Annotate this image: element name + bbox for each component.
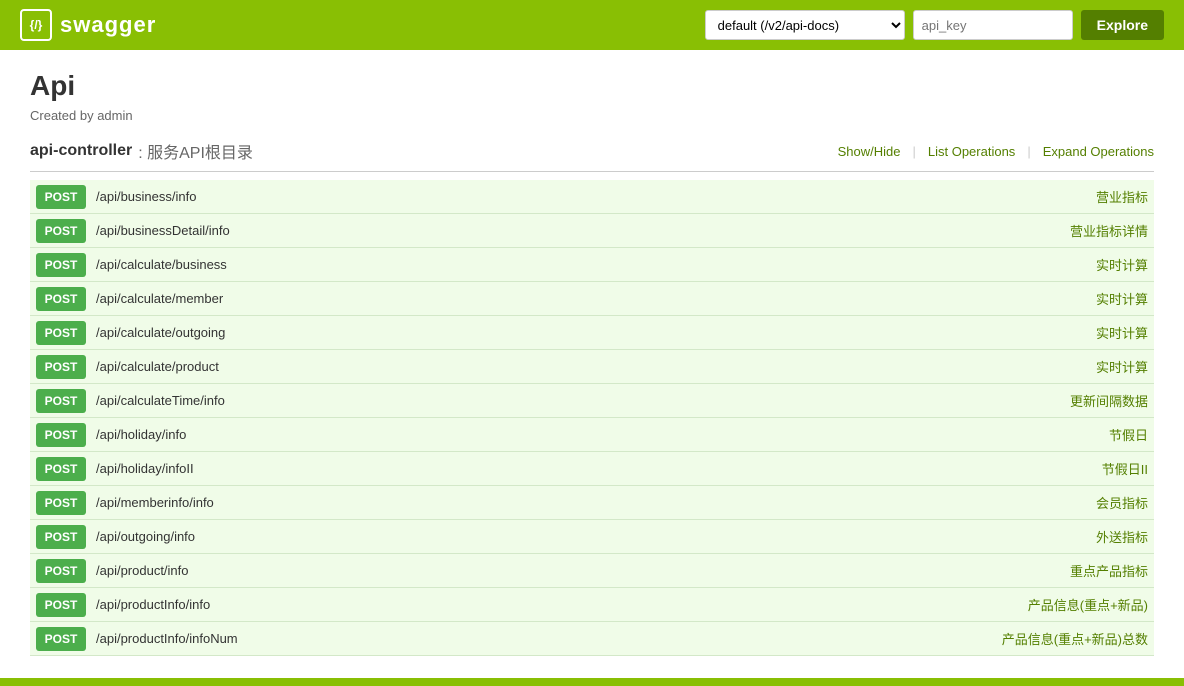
api-path: /api/holiday/infoII [96,461,1028,476]
controller-header: api-controller : 服务API根目录 Show/Hide | Li… [30,139,1154,172]
method-badge: POST [36,457,86,481]
api-path: /api/calculateTime/info [96,393,1028,408]
api-desc: 更新间隔数据 [1028,391,1148,410]
api-desc: 营业指标 [1028,187,1148,206]
list-operations-action[interactable]: List Operations [928,144,1015,159]
method-badge: POST [36,219,86,243]
api-row[interactable]: POST/api/productInfo/infoNum产品信息(重点+新品)总… [30,622,1154,656]
api-path: /api/outgoing/info [96,529,1028,544]
method-badge: POST [36,287,86,311]
api-path: /api/businessDetail/info [96,223,1028,238]
api-desc: 实时计算 [1028,357,1148,376]
method-badge: POST [36,389,86,413]
show-hide-action[interactable]: Show/Hide [838,144,901,159]
method-badge: POST [36,627,86,651]
api-row[interactable]: POST/api/calculate/member实时计算 [30,282,1154,316]
url-select[interactable]: default (/v2/api-docs) [705,10,905,40]
bottom-strip [0,678,1184,686]
controller-name: api-controller [30,142,132,160]
method-badge: POST [36,525,86,549]
api-path: /api/calculate/product [96,359,1028,374]
api-row[interactable]: POST/api/calculateTime/info更新间隔数据 [30,384,1154,418]
api-row[interactable]: POST/api/outgoing/info外送指标 [30,520,1154,554]
api-row[interactable]: POST/api/businessDetail/info营业指标详情 [30,214,1154,248]
api-list: POST/api/business/info营业指标POST/api/busin… [30,180,1154,656]
api-row[interactable]: POST/api/calculate/outgoing实时计算 [30,316,1154,350]
main-content: Api Created by admin api-controller : 服务… [0,50,1184,676]
api-desc: 节假日II [1028,459,1148,478]
api-key-input[interactable] [913,10,1073,40]
api-row[interactable]: POST/api/holiday/info节假日 [30,418,1154,452]
api-path: /api/calculate/member [96,291,1028,306]
expand-operations-action[interactable]: Expand Operations [1043,144,1154,159]
swagger-icon: {/} [20,9,52,41]
explore-button[interactable]: Explore [1081,10,1164,40]
api-row[interactable]: POST/api/holiday/infoII节假日II [30,452,1154,486]
controller-actions: Show/Hide | List Operations | Expand Ope… [838,144,1154,159]
api-desc: 重点产品指标 [1028,561,1148,580]
api-row[interactable]: POST/api/calculate/business实时计算 [30,248,1154,282]
api-desc: 实时计算 [1028,255,1148,274]
api-path: /api/holiday/info [96,427,1028,442]
api-desc: 产品信息(重点+新品) [1028,595,1148,614]
header: {/} swagger default (/v2/api-docs) Explo… [0,0,1184,50]
api-row[interactable]: POST/api/product/info重点产品指标 [30,554,1154,588]
api-desc: 会员指标 [1028,493,1148,512]
api-path: /api/productInfo/infoNum [96,631,1002,646]
method-badge: POST [36,423,86,447]
method-badge: POST [36,253,86,277]
api-path: /api/business/info [96,189,1028,204]
api-path: /api/product/info [96,563,1028,578]
api-desc: 节假日 [1028,425,1148,444]
api-desc: 外送指标 [1028,527,1148,546]
header-controls: default (/v2/api-docs) Explore [705,10,1164,40]
method-badge: POST [36,559,86,583]
api-path: /api/memberinfo/info [96,495,1028,510]
api-row[interactable]: POST/api/calculate/product实时计算 [30,350,1154,384]
page-title: Api [30,70,1154,102]
api-path: /api/calculate/outgoing [96,325,1028,340]
swagger-logo: {/} swagger [20,9,156,41]
swagger-brand-title: swagger [60,12,156,38]
method-badge: POST [36,321,86,345]
api-desc: 营业指标详情 [1028,221,1148,240]
api-desc: 实时计算 [1028,289,1148,308]
api-desc: 产品信息(重点+新品)总数 [1002,629,1148,648]
api-path: /api/productInfo/info [96,597,1028,612]
created-by-text: Created by admin [30,108,1154,123]
api-row[interactable]: POST/api/productInfo/info产品信息(重点+新品) [30,588,1154,622]
method-badge: POST [36,491,86,515]
api-row[interactable]: POST/api/business/info营业指标 [30,180,1154,214]
api-path: /api/calculate/business [96,257,1028,272]
method-badge: POST [36,355,86,379]
controller-desc: : 服务API根目录 [138,139,253,163]
method-badge: POST [36,593,86,617]
api-desc: 实时计算 [1028,323,1148,342]
api-row[interactable]: POST/api/memberinfo/info会员指标 [30,486,1154,520]
method-badge: POST [36,185,86,209]
